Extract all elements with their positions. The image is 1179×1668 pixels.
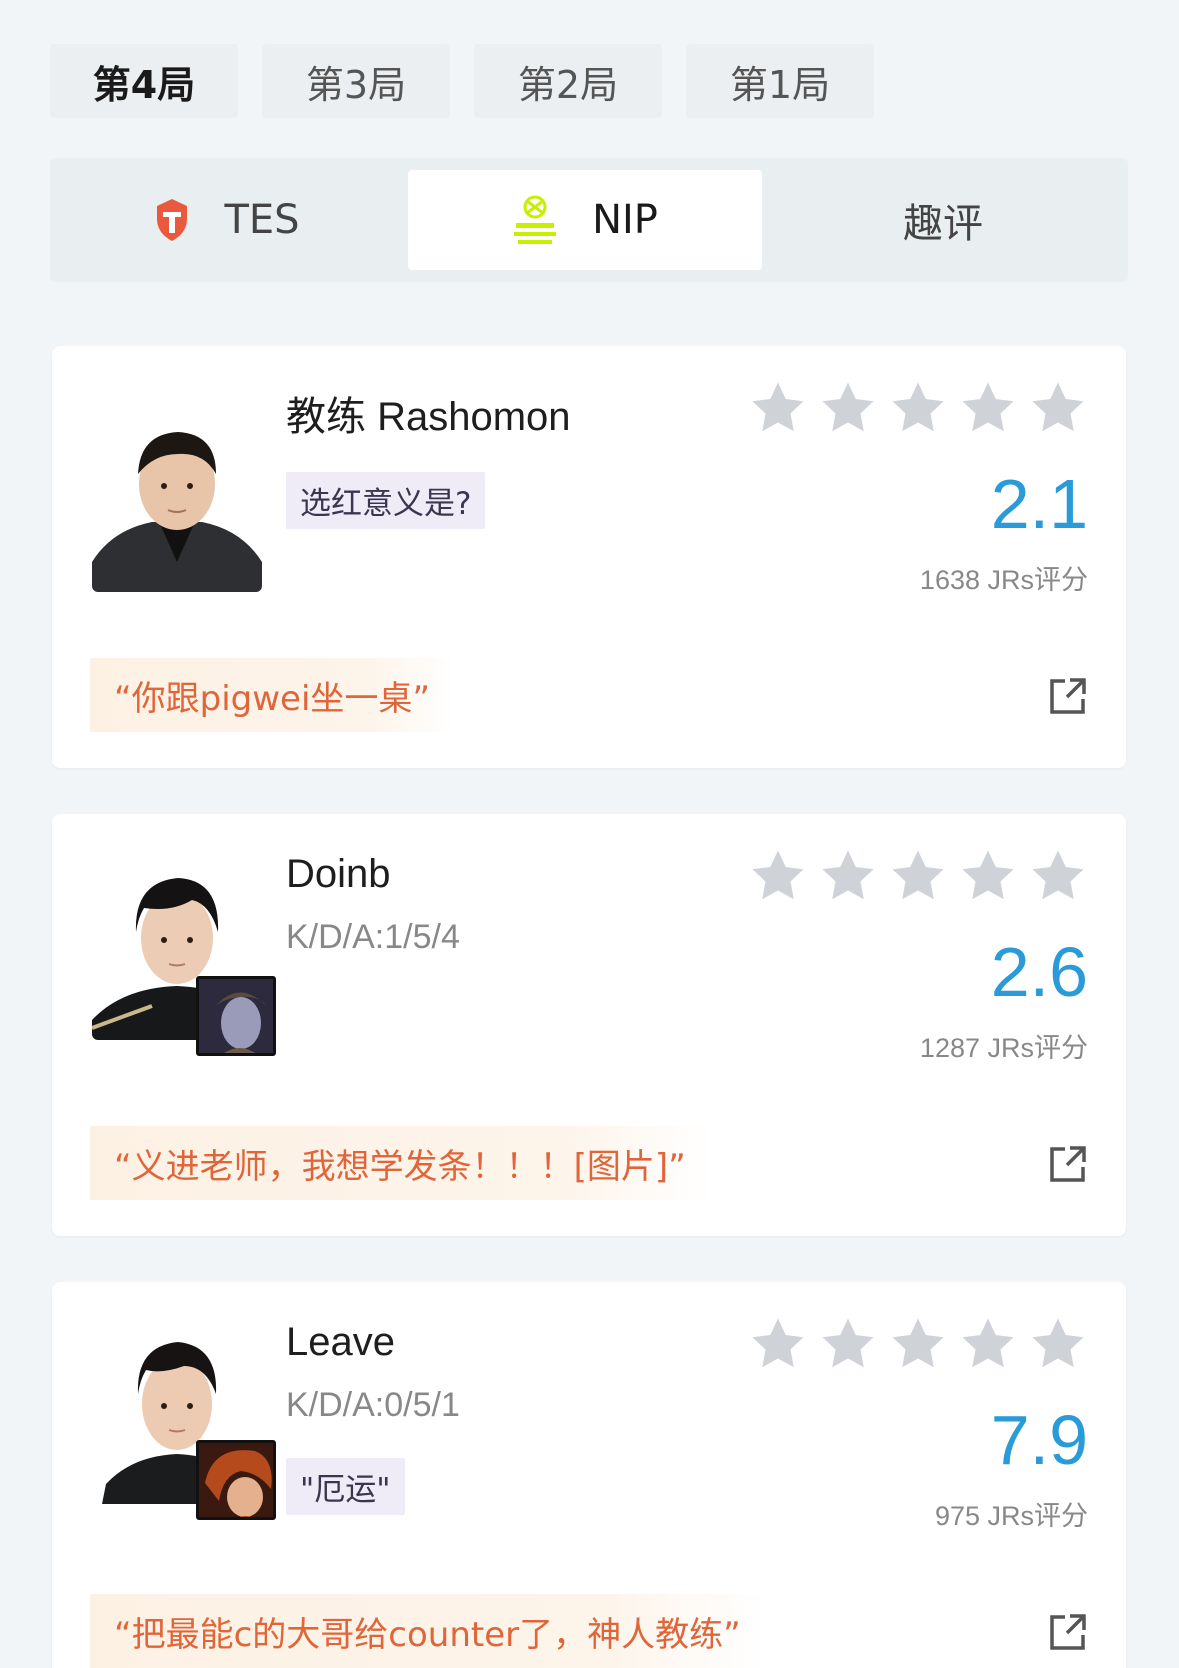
player-card[interactable]: Doinb K/D/A:1/5/4 2.6 1287 JRs评分 “义进老师，我… bbox=[52, 814, 1126, 1236]
share-icon[interactable] bbox=[1048, 1144, 1088, 1184]
top-comment[interactable]: “把最能c的大哥给counter了，神人教练” bbox=[90, 1594, 767, 1668]
nip-logo-icon bbox=[514, 195, 557, 244]
star-icon[interactable] bbox=[888, 846, 948, 906]
fun-comment-label: 趣评 bbox=[903, 201, 983, 247]
star-icon[interactable] bbox=[1028, 846, 1088, 906]
star-icon[interactable] bbox=[748, 1314, 808, 1374]
star-icon[interactable] bbox=[1028, 378, 1088, 438]
star-rating[interactable] bbox=[748, 1314, 1088, 1374]
star-icon[interactable] bbox=[748, 846, 808, 906]
tes-label: TES bbox=[224, 197, 300, 243]
rating-score: 2.6 bbox=[990, 933, 1088, 1011]
player-tag: 选红意义是? bbox=[286, 472, 486, 529]
star-icon[interactable] bbox=[818, 1314, 878, 1374]
tab-team-tes[interactable]: TES bbox=[50, 170, 404, 270]
player-kda: K/D/A:1/5/4 bbox=[286, 918, 460, 956]
star-icon[interactable] bbox=[958, 378, 1018, 438]
tab-team-nip[interactable]: NIP bbox=[408, 170, 762, 270]
player-name: 教练 Rashomon bbox=[286, 395, 571, 439]
avatar-wrap bbox=[92, 860, 276, 1056]
top-comment[interactable]: “你跟pigwei坐一桌” bbox=[90, 658, 457, 732]
avatar-wrap bbox=[92, 412, 272, 602]
rating-count: 1287 JRs评分 bbox=[919, 1033, 1088, 1063]
top-comment[interactable]: “义进老师，我想学发条！！！[图片]” bbox=[90, 1126, 712, 1200]
rating-score: 2.1 bbox=[990, 465, 1088, 543]
star-icon[interactable] bbox=[958, 846, 1018, 906]
star-rating[interactable] bbox=[748, 378, 1088, 438]
champion-icon bbox=[196, 976, 276, 1056]
nip-label: NIP bbox=[592, 197, 658, 243]
game-tabs: 第4局 第3局 第2局 第1局 bbox=[50, 44, 874, 118]
tab-fun-comment[interactable]: 趣评 bbox=[766, 170, 1120, 270]
tab-game-4[interactable]: 第4局 bbox=[50, 44, 238, 118]
star-icon[interactable] bbox=[1028, 1314, 1088, 1374]
rating-count: 975 JRs评分 bbox=[934, 1501, 1088, 1531]
player-name: Leave bbox=[286, 1320, 395, 1364]
star-icon[interactable] bbox=[748, 378, 808, 438]
team-tabs: TES NIP 趣评 bbox=[50, 158, 1128, 282]
star-icon[interactable] bbox=[888, 1314, 948, 1374]
tes-logo-icon bbox=[157, 199, 188, 241]
share-icon[interactable] bbox=[1048, 1612, 1088, 1652]
player-tag: "厄运" bbox=[286, 1458, 405, 1515]
rating-score: 7.9 bbox=[990, 1401, 1088, 1479]
player-card[interactable]: 教练 Rashomon 选红意义是? 2.1 1638 JRs评分 “你跟pig… bbox=[52, 346, 1126, 768]
star-icon[interactable] bbox=[888, 378, 948, 438]
tab-game-3[interactable]: 第3局 bbox=[262, 44, 450, 118]
player-name: Doinb bbox=[286, 852, 391, 896]
player-card[interactable]: Leave K/D/A:0/5/1 "厄运" 7.9 975 JRs评分 “把最… bbox=[52, 1282, 1126, 1668]
avatar-wrap bbox=[92, 1324, 276, 1520]
star-icon[interactable] bbox=[818, 378, 878, 438]
avatar bbox=[92, 412, 262, 592]
champion-icon bbox=[196, 1440, 276, 1520]
rating-count: 1638 JRs评分 bbox=[919, 565, 1088, 595]
tab-game-2[interactable]: 第2局 bbox=[474, 44, 662, 118]
star-icon[interactable] bbox=[818, 846, 878, 906]
star-icon[interactable] bbox=[958, 1314, 1018, 1374]
share-icon[interactable] bbox=[1048, 676, 1088, 716]
player-kda: K/D/A:0/5/1 bbox=[286, 1386, 460, 1424]
tab-game-1[interactable]: 第1局 bbox=[686, 44, 874, 118]
star-rating[interactable] bbox=[748, 846, 1088, 906]
